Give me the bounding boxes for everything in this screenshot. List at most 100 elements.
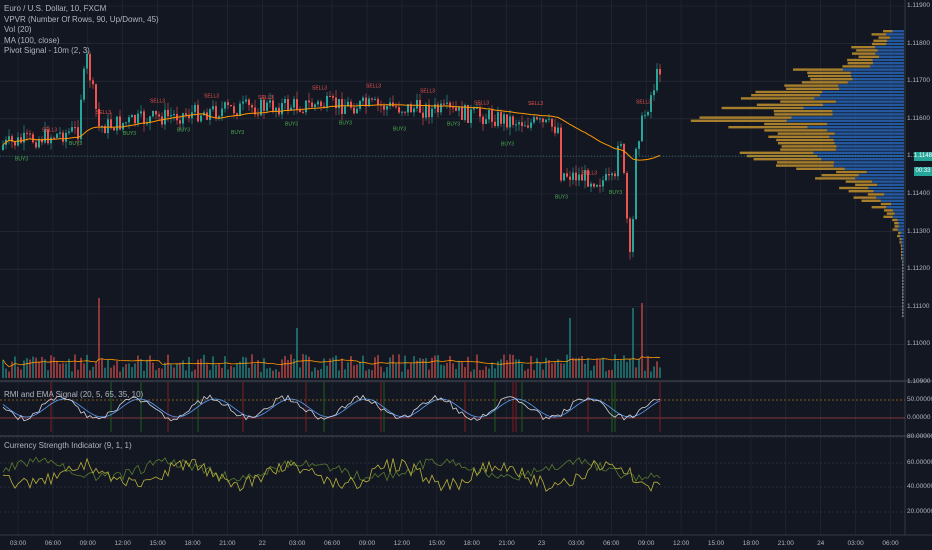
price-tick: 1.11700 <box>907 77 931 85</box>
candle-body <box>116 116 118 131</box>
vpvr-up-row <box>868 186 904 190</box>
vpvr-up-row <box>838 84 904 87</box>
vpvr-down-row <box>780 148 836 151</box>
candle-body <box>617 145 619 177</box>
volume-bar <box>542 369 544 378</box>
volume-bar <box>593 365 595 378</box>
volume-bar <box>164 362 166 378</box>
time-tick: 12:00 <box>393 540 411 547</box>
csi-pane-title[interactable]: Currency Strength Indicator (9, 1, 1) <box>4 441 132 450</box>
indicator-ma[interactable]: MA (100, close) <box>4 36 159 47</box>
volume-bar <box>458 361 460 378</box>
volume-bar <box>47 370 49 378</box>
indicator-vol[interactable]: Vol (20) <box>4 25 159 36</box>
candle-body <box>656 68 658 91</box>
volume-bar <box>185 370 187 378</box>
vpvr-down-row <box>839 186 869 190</box>
volume-bar <box>311 371 313 378</box>
candle-body <box>194 104 196 113</box>
vpvr-down-row <box>807 71 851 74</box>
candle-body <box>626 173 628 219</box>
candle-body <box>263 99 265 111</box>
vpvr-down-row <box>784 84 839 87</box>
vpvr-up-row <box>833 164 904 167</box>
vpvr-down-row <box>801 81 848 84</box>
vpvr-down-row <box>855 183 878 186</box>
volume-bar <box>317 370 319 378</box>
candle-body <box>164 109 166 125</box>
vpvr-up-row <box>832 113 904 116</box>
volume-bar <box>365 370 367 378</box>
candle-body <box>452 107 454 109</box>
vpvr-down-row <box>902 292 903 295</box>
price-tick: 1.11600 <box>907 114 931 122</box>
candle-body <box>32 134 34 143</box>
time-tick: 23 <box>537 540 546 547</box>
chart-canvas[interactable]: BUY3 SELL3 BUY3 SELL3 BUY3 SELL3 BUY3 SELL3 BUY3… <box>0 0 932 550</box>
time-tick: 12:00 <box>672 540 690 547</box>
volume-bar <box>287 359 289 378</box>
candle-body <box>608 174 610 176</box>
candle-body <box>287 99 289 111</box>
vpvr-up-row <box>892 30 904 33</box>
volume-bar <box>2 359 4 378</box>
volume-bar <box>35 357 37 378</box>
vpvr-down-row <box>851 46 875 49</box>
volume-bar <box>278 371 280 378</box>
volume-bar <box>545 357 547 378</box>
candle-body <box>107 119 109 134</box>
vpvr-up-row <box>834 132 904 135</box>
candle-body <box>497 112 499 126</box>
candle-body <box>140 111 142 114</box>
vpvr-up-row <box>839 87 904 90</box>
volume-bar <box>170 364 172 378</box>
time-tick: 18:00 <box>742 540 760 547</box>
candle-body <box>599 185 601 187</box>
vpvr-down-row <box>902 298 903 302</box>
rmi-pane-title[interactable]: RMI and EMA Signal (20, 5, 65, 35, 10) <box>4 390 143 399</box>
vpvr-down-row <box>902 289 903 292</box>
volume-bar <box>602 357 604 378</box>
chart-legend: Euro / U.S. Dollar, 10, FXCM VPVR (Numbe… <box>4 4 159 57</box>
volume-bar <box>53 357 55 378</box>
volume-bar <box>488 368 490 378</box>
volume-bar <box>335 355 337 378</box>
volume-bar <box>215 365 217 378</box>
candle-body <box>74 127 76 129</box>
indicator-pivot[interactable]: Pivot Signal - 10m (2, 3) <box>4 46 159 57</box>
volume-bar <box>620 360 622 378</box>
vpvr-up-row <box>900 234 904 238</box>
vpvr-up-row <box>887 39 904 42</box>
candle-body <box>326 96 328 108</box>
vpvr-down-row <box>892 218 898 222</box>
candle-body <box>212 106 214 110</box>
volume-bar <box>533 370 535 378</box>
volume-profile <box>690 30 904 318</box>
volume-bar <box>176 363 178 378</box>
volume-bar <box>521 363 523 378</box>
candle-body <box>311 102 313 108</box>
vpvr-up-row <box>803 106 904 110</box>
volume-bar <box>299 367 301 378</box>
volume-bar <box>482 369 484 378</box>
symbol-title[interactable]: Euro / U.S. Dollar, 10, FXCM <box>4 4 159 15</box>
vpvr-up-row <box>877 183 904 186</box>
vpvr-up-row <box>851 74 904 78</box>
candle-body <box>533 117 535 123</box>
vpvr-down-row <box>792 68 843 71</box>
vpvr-down-row <box>781 145 837 148</box>
price-tick: 1.11800 <box>907 39 931 47</box>
volume-bar <box>290 354 292 378</box>
vpvr-down-row <box>886 212 895 215</box>
indicator-vpvr[interactable]: VPVR (Number Of Rows, 90, Up/Down, 45) <box>4 15 159 26</box>
signal-label: BUY3 <box>69 141 82 147</box>
candle-body <box>152 110 154 117</box>
vpvr-up-row <box>878 55 904 58</box>
candle-body <box>473 107 475 110</box>
vpvr-down-row <box>878 36 890 39</box>
volume-bar <box>98 298 100 378</box>
vpvr-up-row <box>855 177 904 180</box>
candle-body <box>500 112 502 124</box>
vpvr-down-row <box>721 106 804 110</box>
signal-label: SELL3 <box>312 86 327 92</box>
